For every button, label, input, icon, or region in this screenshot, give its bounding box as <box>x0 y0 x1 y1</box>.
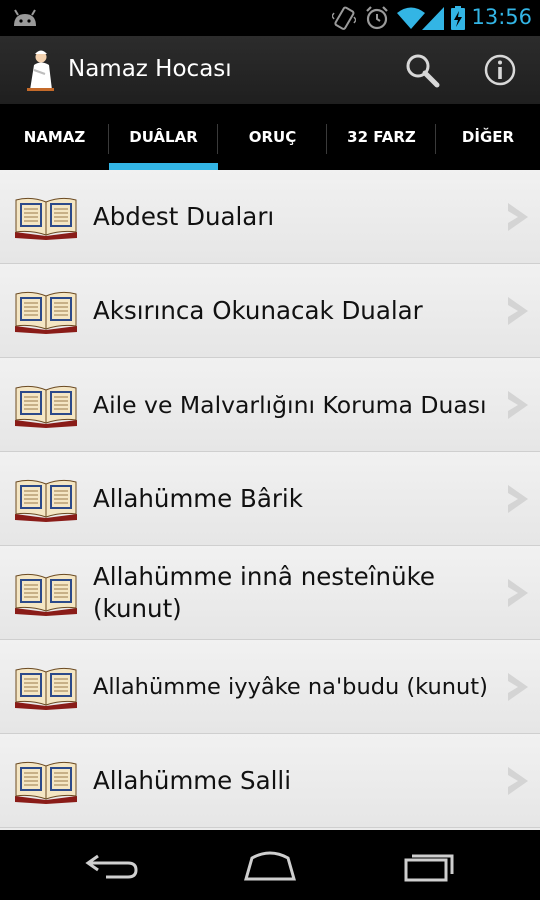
book-icon <box>15 291 77 334</box>
wifi-icon <box>397 7 425 29</box>
list-item[interactable]: Allahümme Salli <box>0 734 540 828</box>
list-item[interactable]: Allahümme Bârik <box>0 452 540 546</box>
list-item[interactable]: Allahümme iyyâke na'budu (kunut) <box>0 640 540 734</box>
vibrate-icon <box>332 6 356 30</box>
tab-label: DİĞER <box>461 128 515 146</box>
list-item-label: Allahümme Salli <box>93 765 292 795</box>
book-icon <box>15 385 77 428</box>
chevron-right-icon <box>508 767 528 795</box>
list-item-label: Abdest Duaları <box>93 201 275 231</box>
chevron-right-icon <box>508 391 528 419</box>
back-icon[interactable] <box>82 848 142 882</box>
chevron-right-icon <box>508 485 528 513</box>
signal-icon <box>422 7 444 30</box>
list-item-label: Aksırınca Okunacak Dualar <box>93 295 423 325</box>
tab-selected-indicator <box>109 163 218 170</box>
app-logo-icon <box>27 50 54 91</box>
navigation-bar <box>0 830 540 900</box>
tab-oruc[interactable]: ORUÇ <box>218 104 327 170</box>
search-icon[interactable] <box>402 50 442 90</box>
tab-label: 32 FARZ <box>347 128 416 146</box>
book-icon <box>15 573 77 616</box>
alarm-icon <box>366 6 388 30</box>
home-icon[interactable] <box>240 848 300 882</box>
book-icon <box>15 667 77 710</box>
tab-label: NAMAZ <box>23 128 86 146</box>
list-item-label: Allahümme iyyâke na'budu (kunut) <box>93 673 488 700</box>
chevron-right-icon <box>508 203 528 231</box>
tab-diger[interactable]: DİĞER <box>436 104 540 170</box>
tab-bar: NAMAZ DUÂLAR ORUÇ 32 FARZ DİĞER <box>0 104 540 170</box>
chevron-right-icon <box>508 579 528 607</box>
book-icon <box>15 479 77 522</box>
info-icon[interactable] <box>480 50 520 90</box>
tab-label: ORUÇ <box>248 128 297 146</box>
list-item[interactable]: Aile ve Malvarlığını Koruma Duası <box>0 358 540 452</box>
list-item[interactable]: Aksırınca Okunacak Dualar <box>0 264 540 358</box>
status-clock: 13:56 <box>471 5 532 29</box>
tab-namaz[interactable]: NAMAZ <box>0 104 109 170</box>
chevron-right-icon <box>508 297 528 325</box>
status-bar: 13:56 <box>0 0 540 36</box>
battery-charging-icon <box>451 6 465 30</box>
app-title: Namaz Hocası <box>68 56 232 82</box>
list-item-label: Allahümme Bârik <box>93 483 303 513</box>
list-item-label: Allahümme innâ nesteînüke (kunut) <box>93 561 435 623</box>
chevron-right-icon <box>508 673 528 701</box>
list-item-label: Aile ve Malvarlığını Koruma Duası <box>93 390 487 419</box>
tab-dualar[interactable]: DUÂLAR <box>109 104 218 170</box>
recent-apps-icon[interactable] <box>398 848 458 882</box>
list-item[interactable]: Allahümme innâ nesteînüke (kunut) <box>0 546 540 640</box>
tab-label: DUÂLAR <box>129 128 198 146</box>
action-bar: Namaz Hocası <box>0 36 540 104</box>
android-notification-icon <box>14 9 36 26</box>
book-icon <box>15 761 77 804</box>
book-icon <box>15 197 77 240</box>
list-item[interactable]: Abdest Duaları <box>0 170 540 264</box>
tab-32-farz[interactable]: 32 FARZ <box>327 104 436 170</box>
dua-list[interactable]: Abdest Duaları Aksırınca Okunacak Dualar… <box>0 170 540 830</box>
